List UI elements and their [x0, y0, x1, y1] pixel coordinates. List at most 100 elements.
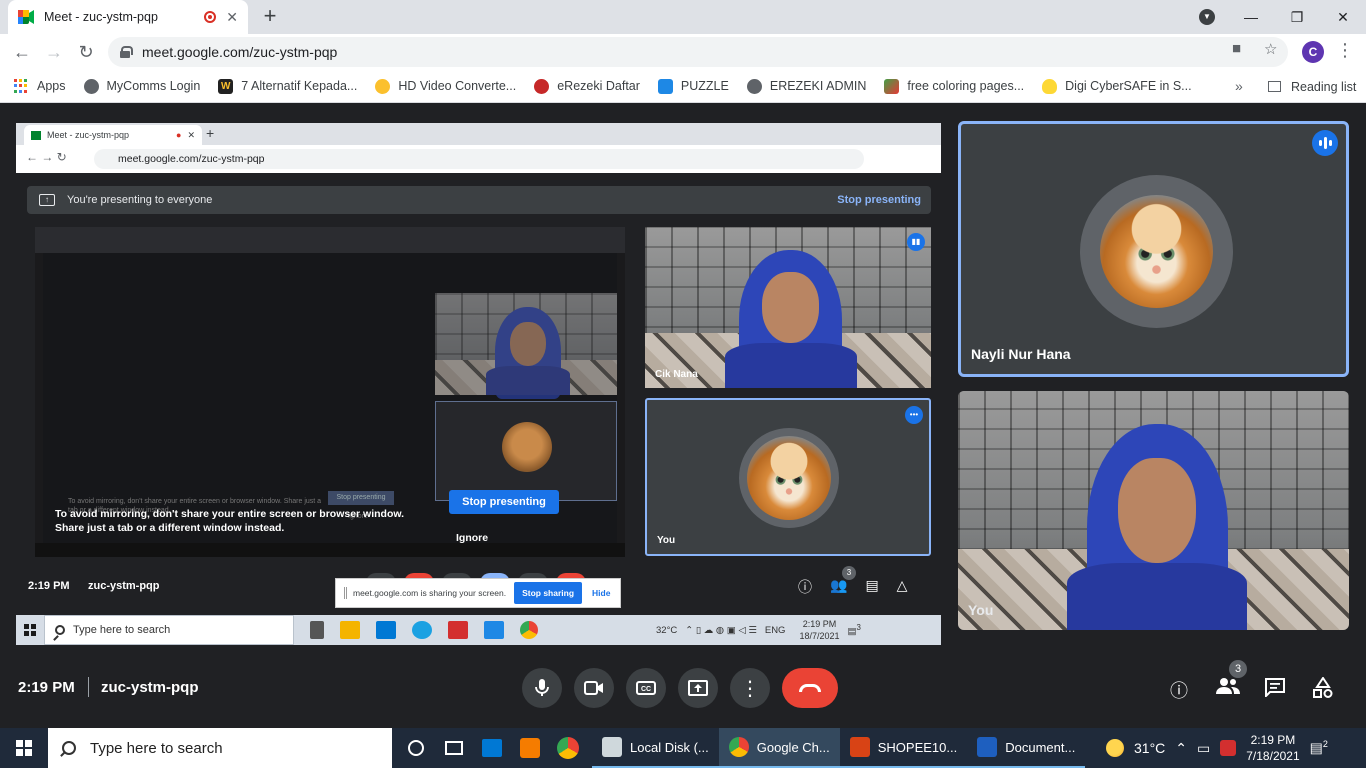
people-icon: 👥: [830, 577, 848, 593]
temperature: 31°C: [1134, 740, 1166, 756]
shared-tile-cik-nana: ▮▮ Cik Nana: [645, 227, 931, 388]
taskbar-app-powerpoint[interactable]: SHOPEE10...: [839, 728, 968, 768]
bookmark-coloring[interactable]: free coloring pages...: [884, 78, 1024, 94]
acrobat-icon[interactable]: [1220, 740, 1237, 756]
tab-close-icon: ✕: [187, 129, 195, 140]
forward-arrow-icon[interactable]: →: [42, 40, 66, 64]
present-now-button[interactable]: [678, 668, 718, 708]
bookmark-erezeki-daftar[interactable]: eRezeki Daftar: [534, 78, 640, 94]
video-camera-icon: [584, 681, 603, 695]
browser-menu-icon[interactable]: ⋮: [1336, 40, 1354, 61]
bookmark-digi[interactable]: Digi CyberSAFE in S...: [1042, 78, 1192, 94]
tray-icons: ⌃ ▯ ☁ ◍ ▣ ◁ ☰: [685, 624, 757, 636]
people-icon[interactable]: [1216, 677, 1240, 700]
windows-start-icon: [16, 615, 44, 645]
taskbar-app-chrome[interactable]: Google Ch...: [718, 728, 840, 768]
captions-button[interactable]: CC: [626, 668, 666, 708]
bookmarks-bar: Apps MyComms Login W7 Alternatif Kepada.…: [0, 70, 1366, 103]
drag-handle-icon[interactable]: [344, 587, 347, 599]
chevron-up-icon[interactable]: ⌃: [1175, 740, 1187, 757]
taskbar-clock[interactable]: 2:19 PM 7/18/2021: [1246, 732, 1299, 764]
window-close-button[interactable]: ✕: [1320, 0, 1366, 34]
screen-sharing-notification: meet.google.com is sharing your screen. …: [335, 578, 621, 608]
shared-meet: ↑ You're presenting to everyone Stop pre…: [16, 173, 941, 645]
reading-list-button[interactable]: Reading list: [1268, 70, 1356, 103]
media-player-icon: [520, 738, 540, 758]
participant-tile-nayli[interactable]: Nayli Nur Hana: [958, 121, 1349, 377]
task-view-icon: [445, 741, 463, 755]
media-player-button[interactable]: [516, 728, 544, 768]
task-view-button[interactable]: [440, 728, 468, 768]
browser-tab-bar: Meet - zuc-ystm-pqp ✕ + ▼ — ❐ ✕: [0, 0, 1366, 34]
separator: [88, 677, 89, 697]
stop-sharing-button[interactable]: Stop sharing: [514, 582, 583, 604]
shared-tab-bar: Meet - zuc-ystm-pqp ● ✕ +: [16, 123, 941, 145]
shared-address-bar: meet.google.com/zuc-ystm-pqp: [94, 149, 864, 169]
shared-taskbar: Type here to search 32°C ⌃ ▯ ☁ ◍ ▣ ◁ ☰ E…: [16, 615, 941, 645]
store-icon: [482, 739, 502, 757]
camera-button[interactable]: [574, 668, 614, 708]
bookmark-apps[interactable]: Apps: [14, 78, 66, 94]
camera-icon[interactable]: ■: [1232, 40, 1241, 57]
cortana-icon: [408, 740, 424, 756]
tab-title: Meet - zuc-ystm-pqp: [44, 10, 158, 24]
bookmark-hd-video[interactable]: HD Video Converte...: [375, 78, 516, 94]
search-icon: [62, 741, 76, 755]
battery-icon[interactable]: ▭: [1197, 740, 1210, 757]
more-bookmarks-icon[interactable]: »: [1235, 78, 1243, 94]
more-options-button[interactable]: ⋮: [730, 668, 770, 708]
tab-search-icon[interactable]: ▼: [1199, 9, 1215, 25]
window-restore-button[interactable]: ❐: [1274, 0, 1320, 34]
new-tab-button[interactable]: +: [258, 4, 282, 28]
chat-icon[interactable]: [1264, 677, 1286, 702]
microphone-icon: [535, 679, 549, 696]
mail-icon: [484, 621, 504, 639]
chrome-taskbar-button[interactable]: [554, 728, 582, 768]
meeting-details-icon[interactable]: ⓘ: [1170, 677, 1188, 703]
ignore-button[interactable]: Ignore: [456, 532, 488, 544]
address-bar[interactable]: meet.google.com/zuc-ystm-pqp: [108, 37, 1288, 67]
back-arrow-icon[interactable]: ←: [10, 40, 34, 64]
taskbar-search-box[interactable]: Type here to search: [48, 728, 392, 768]
store-button[interactable]: [478, 728, 506, 768]
windows-taskbar: Type here to search Local Disk (... Goog…: [0, 728, 1366, 768]
activities-icon[interactable]: [1312, 676, 1334, 704]
store-icon: [376, 621, 396, 639]
apps-grid-icon: [14, 78, 29, 94]
task-view-icon: [310, 621, 324, 639]
leave-call-button[interactable]: [782, 668, 838, 708]
speaking-indicator-icon: [1312, 130, 1338, 156]
microphone-button[interactable]: [522, 668, 562, 708]
participant-tile-you[interactable]: You: [958, 391, 1349, 630]
window-minimize-button[interactable]: —: [1228, 0, 1274, 34]
taskbar-app-word[interactable]: Document...: [967, 728, 1086, 768]
info-icon: ⓘ: [798, 579, 812, 595]
meeting-code: zuc-ystm-pqp: [101, 679, 199, 696]
more-vertical-icon: ⋮: [740, 677, 760, 700]
notification-center-icon[interactable]: ▤2: [1310, 739, 1328, 757]
start-button[interactable]: [0, 728, 48, 768]
hang-up-icon: [799, 684, 821, 692]
bookmark-mycomms[interactable]: MyComms Login: [83, 78, 200, 94]
chrome-icon: [728, 737, 749, 757]
bookmark-star-icon[interactable]: ☆: [1264, 40, 1277, 58]
weather-icon[interactable]: [1106, 739, 1124, 757]
banner-stop-presenting[interactable]: Stop presenting: [837, 194, 921, 206]
taskbar-app-local-disk[interactable]: Local Disk (...: [592, 728, 719, 768]
more-options-icon: •••: [905, 406, 923, 424]
profile-avatar[interactable]: C: [1302, 41, 1324, 63]
stop-presenting-button[interactable]: Stop presenting: [449, 490, 559, 514]
chrome-icon: [520, 621, 538, 639]
hide-button[interactable]: Hide: [592, 588, 610, 598]
bookmark-erezeki-admin[interactable]: EREZEKI ADMIN: [746, 78, 866, 94]
cortana-button[interactable]: [402, 728, 430, 768]
bookmark-puzzle[interactable]: PUZZLE: [657, 78, 729, 94]
powerpoint-icon: [849, 737, 870, 757]
browser-tab-meet[interactable]: Meet - zuc-ystm-pqp ✕: [8, 0, 248, 34]
tab-close-button[interactable]: ✕: [226, 9, 238, 26]
windows-logo-icon: [16, 740, 32, 756]
chat-icon: ▤: [865, 577, 879, 593]
bookmark-alternatif[interactable]: W7 Alternatif Kepada...: [218, 78, 357, 94]
reload-icon[interactable]: ↻: [74, 40, 98, 64]
mirroring-warning: To avoid mirroring, don't share your ent…: [55, 508, 405, 534]
